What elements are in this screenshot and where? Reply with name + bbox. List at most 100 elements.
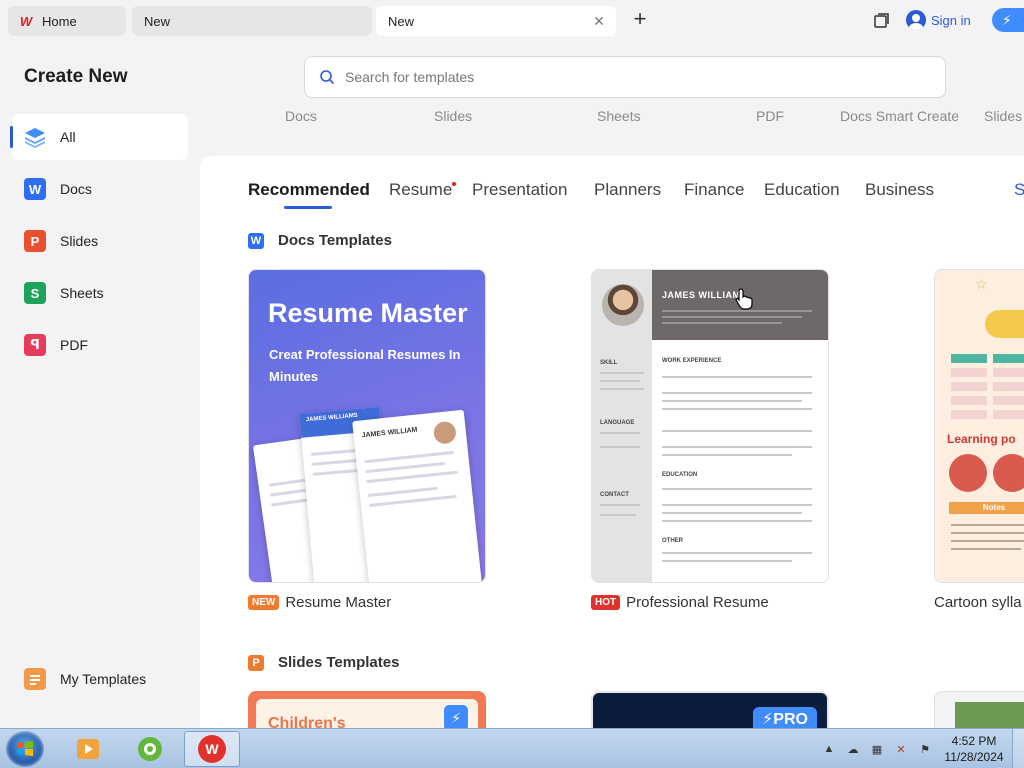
card-title: Cartoon sylla <box>934 594 1022 611</box>
tab-new-active[interactable]: New ✕ <box>376 6 616 36</box>
tab-education[interactable]: Education <box>764 180 840 200</box>
show-hidden-icons-icon[interactable]: ▲ <box>820 740 838 758</box>
search-input[interactable] <box>345 69 905 85</box>
sidebar-item-label: Sheets <box>60 285 104 301</box>
search-bar[interactable] <box>304 56 946 98</box>
taskbar-wps-office[interactable]: W <box>184 731 240 767</box>
star-icon: ☆ <box>975 276 988 292</box>
card-subheading: Creat Professional Resumes In Minutes <box>269 347 461 384</box>
cloud-icon[interactable]: ☁ <box>844 740 862 758</box>
search-icon <box>320 70 335 85</box>
lightning-icon: ⚡ <box>444 705 468 728</box>
type-slides[interactable]: Slides <box>434 108 472 124</box>
type-docs[interactable]: Docs <box>285 108 317 124</box>
decoration <box>949 454 987 492</box>
tab-more[interactable]: S <box>1014 180 1024 200</box>
tab-business[interactable]: Business <box>865 180 934 200</box>
system-tray: ▲ ☁ ▦ ✕ ⚑ <box>820 729 940 768</box>
user-icon <box>906 10 926 30</box>
section-label: Slides Templates <box>278 654 400 671</box>
tab-label: New <box>388 13 415 29</box>
tab-new[interactable]: New <box>132 6 372 36</box>
tab-resume[interactable]: Resume <box>389 180 452 200</box>
close-icon[interactable]: ✕ <box>590 12 608 30</box>
template-card-professional-resume[interactable]: JAMES WILLIAM SKILL LANGUAGE CONTACT WOR… <box>591 269 829 583</box>
template-card-resume-master[interactable]: Resume Master Creat Professional Resumes… <box>248 269 486 583</box>
volume-muted-icon[interactable]: ✕ <box>892 740 910 758</box>
sidebar-item-label: My Templates <box>60 671 147 687</box>
media-player-icon <box>77 739 99 759</box>
section-label: Docs Templates <box>278 232 392 249</box>
sidebar-item-docs[interactable]: W Docs <box>12 166 188 212</box>
sidebar-item-label: Docs <box>60 181 92 197</box>
sidebar-item-sheets[interactable]: S Sheets <box>12 270 188 316</box>
slides-section-title: P Slides Templates <box>248 654 399 671</box>
active-tab-underline <box>284 206 332 209</box>
taskbar-app-green[interactable] <box>122 731 178 767</box>
tab-presentation[interactable]: Presentation <box>472 180 567 200</box>
svg-text:W: W <box>205 741 219 757</box>
hand-cursor-icon <box>735 288 753 310</box>
sign-in-label: Sign in <box>931 12 971 28</box>
tab-home[interactable]: W Home <box>8 6 126 36</box>
sidebar-item-label: PDF <box>60 337 88 353</box>
network-icon[interactable]: ▦ <box>868 740 886 758</box>
pdf-icon: ꟼ <box>24 334 46 356</box>
tab-planners[interactable]: Planners <box>594 180 661 200</box>
sidebar-item-label: All <box>60 129 76 145</box>
docs-section-title: W Docs Templates <box>248 232 392 249</box>
browser-icon <box>138 737 162 761</box>
type-docs-smart-create[interactable]: Docs Smart Create <box>840 108 959 124</box>
system-clock[interactable]: 4:52 PM 11/28/2024 <box>940 733 1008 765</box>
sidebar-item-all[interactable]: All <box>10 114 188 160</box>
notes-label: Notes <box>949 502 1024 514</box>
template-card-cartoon-syllabus[interactable]: ☆ Learning po Notes <box>934 269 1024 583</box>
tab-finance[interactable]: Finance <box>684 180 744 200</box>
new-badge: NEW <box>248 595 280 610</box>
type-slides-2[interactable]: Slides <box>984 108 1022 124</box>
template-card-slides-3[interactable] <box>934 691 1024 728</box>
start-button[interactable] <box>6 731 44 767</box>
template-card-slides-1[interactable]: Children's ⚡ <box>248 691 486 728</box>
resume-section-heading: LANGUAGE <box>600 420 635 426</box>
sign-in-button[interactable]: Sign in <box>906 9 971 31</box>
taskbar-media-player[interactable] <box>60 731 116 767</box>
windows-taskbar: W ▲ ☁ ▦ ✕ ⚑ 4:52 PM 11/28/2024 <box>0 728 1024 768</box>
decoration <box>993 454 1024 492</box>
sidebar-item-my-templates[interactable]: My Templates <box>12 656 188 702</box>
slide-title: Children's <box>268 715 346 728</box>
type-pdf[interactable]: PDF <box>756 108 784 124</box>
window-switch-icon[interactable] <box>872 12 890 30</box>
card-caption: HOT Professional Resume <box>591 594 769 611</box>
tab-recommended[interactable]: Recommended <box>248 180 370 200</box>
wps-logo-icon: W <box>198 735 226 763</box>
mock-name: JAMES WILLIAM <box>361 426 418 440</box>
tab-label: New <box>144 13 171 29</box>
slides-icon: P <box>24 230 46 252</box>
sidebar-item-slides[interactable]: P Slides <box>12 218 188 264</box>
card-title: Professional Resume <box>626 594 769 611</box>
template-card-slides-2[interactable]: ⚡PRO <box>591 691 829 728</box>
slide-preview <box>955 702 1024 728</box>
resume-thumbnail: JAMES WILLIAM <box>352 409 482 582</box>
windows-logo-icon <box>17 741 33 756</box>
hot-badge: HOT <box>591 595 621 610</box>
content-panel: Recommended Resume Presentation Planners… <box>200 156 1024 728</box>
pro-badge: ⚡PRO <box>753 707 817 728</box>
type-sheets[interactable]: Sheets <box>597 108 641 124</box>
page-title: Create New <box>24 66 128 87</box>
decoration <box>985 310 1024 338</box>
action-center-flag-icon[interactable]: ⚑ <box>916 740 934 758</box>
tab-label: Home <box>42 13 77 29</box>
layers-icon <box>24 126 46 148</box>
upgrade-button[interactable]: ⚡ <box>992 8 1024 32</box>
resume-section-heading: EDUCATION <box>662 472 698 478</box>
add-tab-button[interactable]: + <box>628 8 652 32</box>
title-bar: W Home New New ✕ + Sign in ⚡ <box>0 0 1024 42</box>
card-heading: Resume Master <box>268 298 468 328</box>
card-caption: NEW Resume Master <box>248 594 391 611</box>
show-desktop-button[interactable] <box>1012 729 1024 768</box>
resume-name: JAMES WILLIAM <box>662 290 741 300</box>
sidebar-item-pdf[interactable]: ꟼ PDF <box>12 322 188 368</box>
resume-section-heading: OTHER <box>662 538 683 544</box>
